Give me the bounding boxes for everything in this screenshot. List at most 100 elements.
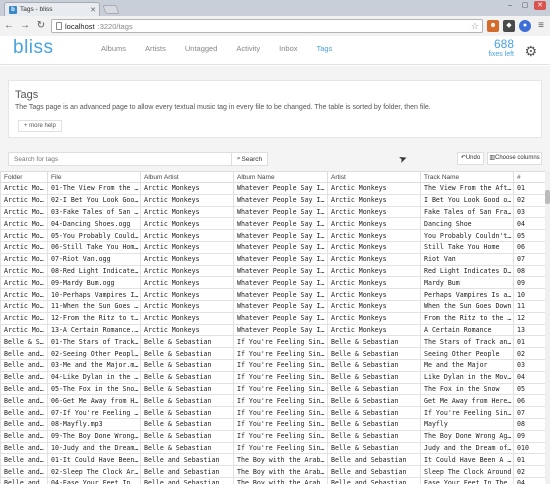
- cell-folder[interactable]: Arctic Mon…: [0, 205, 48, 219]
- cell-album-name[interactable]: Whatever People Say I …: [233, 205, 328, 219]
- cell-track-number[interactable]: 09: [513, 429, 547, 443]
- undo-button[interactable]: ↶Undo: [457, 152, 484, 165]
- cell-artist[interactable]: Belle & Sebastian: [327, 429, 421, 443]
- cell-artist[interactable]: Belle & Sebastian: [327, 406, 421, 419]
- cell-file[interactable]: 07-If You're Feeling S…: [47, 406, 141, 419]
- choose-columns-button[interactable]: ▥Choose columns: [487, 152, 542, 165]
- cell-file[interactable]: 02-Seeing Other People…: [47, 347, 141, 360]
- cell-album-name[interactable]: Whatever People Say I …: [233, 264, 328, 278]
- cell-artist[interactable]: Arctic Monkeys: [327, 193, 421, 207]
- cell-album-name[interactable]: If You're Feeling Sini…: [233, 406, 328, 419]
- cell-track-name[interactable]: Get Me Away from Here,…: [420, 394, 514, 408]
- cell-folder[interactable]: Belle and …: [0, 394, 48, 408]
- cell-album-artist[interactable]: Arctic Monkeys: [140, 252, 234, 266]
- cell-track-number[interactable]: 05: [513, 229, 547, 242]
- cell-track-number[interactable]: 02: [513, 465, 547, 478]
- cell-file[interactable]: 03-Me and the Major.mp3: [47, 358, 141, 372]
- cell-file[interactable]: 05-You Probably Couldn…: [47, 229, 141, 242]
- profile-icon[interactable]: ●: [519, 20, 531, 32]
- cell-folder[interactable]: Arctic Mon…: [0, 193, 48, 207]
- cell-artist[interactable]: Belle and Sebastian: [327, 453, 421, 467]
- cell-album-name[interactable]: Whatever People Say I …: [233, 299, 328, 313]
- cell-file[interactable]: 07-Riot Van.ogg: [47, 252, 141, 266]
- minimize-icon[interactable]: –: [504, 1, 516, 10]
- cell-file[interactable]: 03-Fake Tales of San F…: [47, 205, 141, 219]
- cell-track-number[interactable]: 03: [513, 358, 547, 372]
- cell-file[interactable]: 09-The Boy Done Wrong …: [47, 429, 141, 443]
- cell-folder[interactable]: Arctic Mon…: [0, 217, 48, 231]
- cell-folder[interactable]: Belle and …: [0, 429, 48, 443]
- cell-folder[interactable]: Belle and …: [0, 358, 48, 372]
- settings-gear-icon[interactable]: ⚙: [524, 43, 537, 60]
- cell-album-name[interactable]: If You're Feeling Sini…: [233, 358, 328, 372]
- cell-artist[interactable]: Arctic Monkeys: [327, 252, 421, 266]
- cell-album-name[interactable]: If You're Feeling Sini…: [233, 417, 328, 431]
- table-scrollbar[interactable]: [545, 171, 550, 484]
- cell-track-name[interactable]: Perhaps Vampires Is a …: [420, 288, 514, 301]
- cell-track-name[interactable]: It Could Have Been A B…: [420, 453, 514, 467]
- column-header-artist[interactable]: Artist: [327, 171, 421, 183]
- cell-artist[interactable]: Arctic Monkeys: [327, 311, 421, 325]
- maximize-icon[interactable]: ▢: [519, 1, 531, 10]
- browser-tab[interactable]: b Tags - bliss ✕: [4, 2, 100, 16]
- cell-artist[interactable]: Belle & Sebastian: [327, 370, 421, 384]
- cell-file[interactable]: 02-I Bet You Look Good…: [47, 193, 141, 207]
- cell-folder[interactable]: Belle & Se…: [0, 335, 48, 349]
- cell-artist[interactable]: Arctic Monkeys: [327, 229, 421, 242]
- cell-album-name[interactable]: Whatever People Say I …: [233, 323, 328, 337]
- cell-album-artist[interactable]: Belle & Sebastian: [140, 429, 234, 443]
- search-button[interactable]: ⌕ Search: [232, 152, 268, 166]
- column-header-album-name[interactable]: Album Name: [233, 171, 328, 183]
- cell-file[interactable]: 10-Perhaps Vampires Is…: [47, 288, 141, 301]
- cell-track-name[interactable]: The Fox in the Snow: [420, 382, 514, 396]
- scrollbar-thumb[interactable]: [545, 190, 550, 204]
- cell-file[interactable]: 01-It Could Have Been …: [47, 453, 141, 467]
- cell-album-artist[interactable]: Belle & Sebastian: [140, 406, 234, 419]
- cell-track-number[interactable]: 11: [513, 299, 547, 313]
- cell-track-name[interactable]: The Stars of Track and…: [420, 335, 514, 349]
- cell-album-name[interactable]: If You're Feeling Sini…: [233, 347, 328, 360]
- cell-track-name[interactable]: Red Light Indicates Do…: [420, 264, 514, 278]
- cell-album-name[interactable]: Whatever People Say I …: [233, 193, 328, 207]
- cell-folder[interactable]: Belle and …: [0, 370, 48, 384]
- cell-file[interactable]: 13-A Certain Romance.o…: [47, 323, 141, 337]
- cell-track-number[interactable]: 12: [513, 311, 547, 325]
- cell-track-number[interactable]: 04: [513, 476, 547, 484]
- cell-track-number[interactable]: 06: [513, 240, 547, 254]
- cell-album-name[interactable]: Whatever People Say I …: [233, 240, 328, 254]
- cell-album-artist[interactable]: Belle & Sebastian: [140, 358, 234, 372]
- cell-track-number[interactable]: 01: [513, 453, 547, 467]
- cell-album-artist[interactable]: Belle and Sebastian: [140, 453, 234, 467]
- cell-artist[interactable]: Belle & Sebastian: [327, 335, 421, 349]
- cell-track-number[interactable]: 08: [513, 417, 547, 431]
- cell-track-name[interactable]: Sleep The Clock Around: [420, 465, 514, 478]
- cell-artist[interactable]: Arctic Monkeys: [327, 323, 421, 337]
- cell-track-number[interactable]: 07: [513, 406, 547, 419]
- cell-track-number[interactable]: 06: [513, 394, 547, 408]
- cell-album-artist[interactable]: Arctic Monkeys: [140, 311, 234, 325]
- cell-track-number[interactable]: 02: [513, 193, 547, 207]
- cell-artist[interactable]: Belle & Sebastian: [327, 382, 421, 396]
- column-header-album-artist[interactable]: Album Artist: [140, 171, 234, 183]
- search-input[interactable]: [8, 152, 232, 166]
- cell-track-number[interactable]: 05: [513, 382, 547, 396]
- cell-track-number[interactable]: 09: [513, 276, 547, 290]
- cell-album-artist[interactable]: Belle & Sebastian: [140, 382, 234, 396]
- cell-track-number[interactable]: 04: [513, 370, 547, 384]
- cell-folder[interactable]: Belle and …: [0, 417, 48, 431]
- cell-artist[interactable]: Belle & Sebastian: [327, 394, 421, 408]
- cell-track-name[interactable]: Mayfly: [420, 417, 514, 431]
- cell-artist[interactable]: Belle and Sebastian: [327, 476, 421, 484]
- cell-file[interactable]: 04-Ease Your Feet In T…: [47, 476, 141, 484]
- bookmark-star-icon[interactable]: ☆: [471, 21, 479, 32]
- cell-file[interactable]: 02-Sleep The Clock Aro…: [47, 465, 141, 478]
- cell-folder[interactable]: Belle and …: [0, 406, 48, 419]
- cell-folder[interactable]: Arctic Mon…: [0, 182, 48, 195]
- cell-album-artist[interactable]: Arctic Monkeys: [140, 264, 234, 278]
- column-header-file[interactable]: File: [47, 171, 141, 183]
- cell-track-name[interactable]: You Probably Couldn't …: [420, 229, 514, 242]
- cell-album-name[interactable]: Whatever People Say I …: [233, 252, 328, 266]
- cell-track-name[interactable]: Riot Van: [420, 252, 514, 266]
- cell-album-artist[interactable]: Belle & Sebastian: [140, 335, 234, 349]
- cell-album-name[interactable]: Whatever People Say I …: [233, 311, 328, 325]
